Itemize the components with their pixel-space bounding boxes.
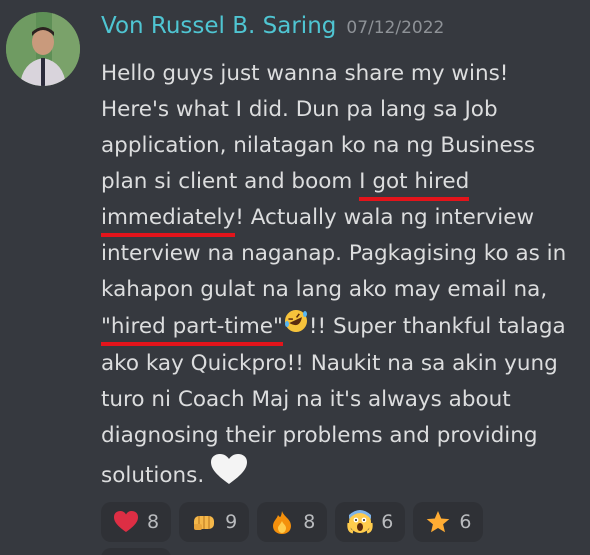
avatar[interactable] [6, 12, 80, 86]
reaction-count: 6 [381, 511, 394, 533]
reaction-heart[interactable]: 8 [101, 502, 172, 542]
punch-fist-icon [191, 509, 217, 535]
underlined-phrase: I got hired [359, 169, 470, 201]
red-heart-icon [113, 509, 139, 535]
reaction-count: 8 [147, 511, 160, 533]
screaming-face-icon [347, 509, 373, 535]
message-header: Von Russel B. Saring 07/12/2022 [101, 13, 444, 39]
star-icon [425, 509, 451, 535]
avatar-photo [6, 12, 80, 86]
message-text: Hello guys just wanna share my wins! Her… [101, 61, 536, 194]
reaction-count: 9 [225, 511, 238, 533]
fire-icon [269, 509, 295, 535]
reactions-bar: 8 9 8 6 6 [101, 502, 484, 542]
timestamp: 07/12/2022 [346, 18, 445, 38]
underlined-phrase: immediately [101, 205, 236, 237]
add-reaction-button[interactable] [101, 548, 171, 555]
white-heart-icon [211, 454, 248, 498]
underlined-phrase: "hired part-time" [101, 314, 283, 346]
reaction-star[interactable]: 6 [413, 502, 484, 542]
reaction-fire[interactable]: 8 [257, 502, 328, 542]
reaction-scream[interactable]: 6 [335, 502, 406, 542]
username[interactable]: Von Russel B. Saring [101, 13, 336, 39]
message-content: Hello guys just wanna share my wins! Her… [101, 56, 581, 498]
rofl-emoji-icon [283, 308, 309, 346]
reaction-count: 6 [459, 511, 472, 533]
reaction-punch[interactable]: 9 [179, 502, 250, 542]
reaction-count: 8 [303, 511, 316, 533]
